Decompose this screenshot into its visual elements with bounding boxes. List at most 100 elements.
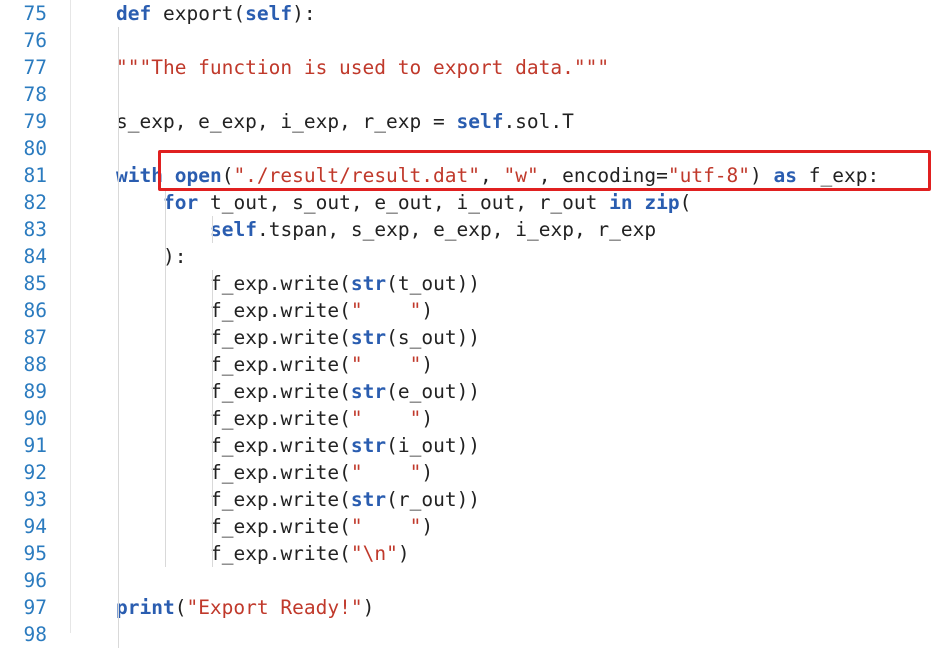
line-number: 81 bbox=[23, 164, 47, 187]
code-line[interactable]: 87 f_exp.write(str(s_out)) bbox=[0, 324, 938, 351]
code-line[interactable]: 79 s_exp, e_exp, i_exp, r_exp = self.sol.… bbox=[0, 108, 938, 135]
indent-guide bbox=[118, 27, 119, 648]
line-number: 80 bbox=[23, 137, 47, 160]
code-text: f_exp.write(str(r_out)) bbox=[210, 486, 480, 513]
keyword-token: for bbox=[163, 191, 199, 214]
builtin-token: str bbox=[350, 488, 387, 511]
code-line[interactable]: 95 f_exp.write("\n") bbox=[0, 540, 938, 567]
string-token: """The function is used to export data."… bbox=[116, 56, 610, 79]
code-line[interactable]: 89 f_exp.write(str(e_out)) bbox=[0, 378, 938, 405]
code-token: (e_out)) bbox=[386, 380, 481, 403]
keyword-token: in bbox=[609, 191, 633, 214]
line-number: 78 bbox=[23, 83, 47, 106]
code-line[interactable]: 75 def export(self): bbox=[0, 0, 938, 27]
code-text: f_exp.write(str(i_out)) bbox=[210, 432, 480, 459]
string-token: " " bbox=[350, 353, 422, 376]
code-token: f_exp.write( bbox=[210, 542, 351, 565]
line-number: 83 bbox=[23, 218, 47, 241]
code-text: """The function is used to export data."… bbox=[116, 54, 609, 81]
code-token: f_exp.write( bbox=[210, 299, 351, 322]
code-token: ): bbox=[163, 245, 187, 268]
code-text: f_exp.write(str(e_out)) bbox=[210, 378, 480, 405]
code-line[interactable]: 83 self.tspan, s_exp, e_exp, i_exp, r_exp bbox=[0, 216, 938, 243]
builtin-token: str bbox=[350, 380, 387, 403]
code-token: f_exp.write( bbox=[210, 380, 351, 403]
builtin-token: str bbox=[350, 272, 387, 295]
code-token: ( bbox=[679, 191, 692, 214]
indent-guide bbox=[212, 216, 213, 243]
code-line[interactable]: 92 f_exp.write(" ") bbox=[0, 459, 938, 486]
code-token: f_exp.write( bbox=[210, 407, 351, 430]
line-number: 94 bbox=[23, 515, 47, 538]
indent-guide bbox=[165, 189, 166, 567]
code-line[interactable]: 76 bbox=[0, 27, 938, 54]
highlight-box bbox=[158, 150, 931, 191]
code-token: f_exp.write( bbox=[210, 461, 351, 484]
code-line[interactable]: 88 f_exp.write(" ") bbox=[0, 351, 938, 378]
line-number: 96 bbox=[23, 569, 47, 592]
code-token: s_exp, e_exp, i_exp, r_exp = bbox=[116, 110, 457, 133]
code-token: ) bbox=[421, 461, 434, 484]
code-text: for t_out, s_out, e_out, i_out, r_out in… bbox=[163, 189, 691, 216]
code-text: f_exp.write(" ") bbox=[210, 405, 433, 432]
line-number: 82 bbox=[23, 191, 47, 214]
code-text: s_exp, e_exp, i_exp, r_exp = self.sol.T bbox=[116, 108, 574, 135]
code-token: f_exp.write( bbox=[210, 488, 351, 511]
code-token: (s_out)) bbox=[386, 326, 481, 349]
code-token: ( bbox=[174, 596, 187, 619]
code-token: f_exp.write( bbox=[210, 434, 351, 457]
code-editor[interactable]: 75 def export(self): 76 77 """The function i… bbox=[0, 0, 938, 648]
keyword-token: self bbox=[245, 2, 293, 25]
line-number: 88 bbox=[23, 353, 47, 376]
code-token: f_exp.write( bbox=[210, 353, 351, 376]
code-text: f_exp.write(" ") bbox=[210, 351, 433, 378]
code-token: ) bbox=[421, 353, 434, 376]
code-token: (r_out)) bbox=[386, 488, 481, 511]
line-number: 98 bbox=[23, 623, 47, 646]
code-line[interactable]: 96 bbox=[0, 567, 938, 594]
code-text: f_exp.write(str(s_out)) bbox=[210, 324, 480, 351]
code-line[interactable]: 78 bbox=[0, 81, 938, 108]
line-number: 85 bbox=[23, 272, 47, 295]
code-line[interactable]: 98 bbox=[0, 621, 938, 648]
keyword-token: self bbox=[456, 110, 504, 133]
code-token: f_exp.write( bbox=[210, 515, 351, 538]
line-number: 90 bbox=[23, 407, 47, 430]
code-token: .tspan, s_exp, e_exp, i_exp, r_exp bbox=[256, 218, 657, 241]
keyword-token: def bbox=[116, 2, 152, 25]
code-line[interactable]: 94 f_exp.write(" ") bbox=[0, 513, 938, 540]
code-text: ): bbox=[163, 243, 186, 270]
code-token: f_exp.write( bbox=[210, 272, 351, 295]
line-number: 84 bbox=[23, 245, 47, 268]
string-token: " " bbox=[350, 515, 422, 538]
code-line[interactable]: 91 f_exp.write(str(i_out)) bbox=[0, 432, 938, 459]
code-line[interactable]: 85 f_exp.write(str(t_out)) bbox=[0, 270, 938, 297]
builtin-token: str bbox=[350, 326, 387, 349]
line-number: 97 bbox=[23, 596, 47, 619]
code-token: export( bbox=[151, 2, 246, 25]
line-number: 79 bbox=[23, 110, 47, 133]
code-line[interactable]: 90 f_exp.write(" ") bbox=[0, 405, 938, 432]
code-token: ) bbox=[421, 515, 434, 538]
code-line[interactable]: 97 print("Export Ready!") bbox=[0, 594, 938, 621]
line-number: 92 bbox=[23, 461, 47, 484]
string-token: " " bbox=[350, 299, 422, 322]
code-line[interactable]: 77 """The function is used to export data… bbox=[0, 54, 938, 81]
code-line[interactable]: 82 for t_out, s_out, e_out, i_out, r_out … bbox=[0, 189, 938, 216]
line-number: 93 bbox=[23, 488, 47, 511]
line-number: 77 bbox=[23, 56, 47, 79]
code-line[interactable]: 86 f_exp.write(" ") bbox=[0, 297, 938, 324]
code-text: f_exp.write(" ") bbox=[210, 297, 433, 324]
code-text: f_exp.write(str(t_out)) bbox=[210, 270, 480, 297]
code-text: f_exp.write(" ") bbox=[210, 513, 433, 540]
string-token: "Export Ready!" bbox=[186, 596, 363, 619]
line-number: 86 bbox=[23, 299, 47, 322]
line-number: 95 bbox=[23, 542, 47, 565]
string-token: "\n" bbox=[350, 542, 398, 565]
code-line[interactable]: 84): bbox=[0, 243, 938, 270]
code-line[interactable]: 93 f_exp.write(str(r_out)) bbox=[0, 486, 938, 513]
builtin-token: print bbox=[116, 596, 175, 619]
keyword-token: self bbox=[210, 218, 257, 241]
indent-guide bbox=[212, 270, 213, 567]
string-token: " " bbox=[350, 407, 422, 430]
